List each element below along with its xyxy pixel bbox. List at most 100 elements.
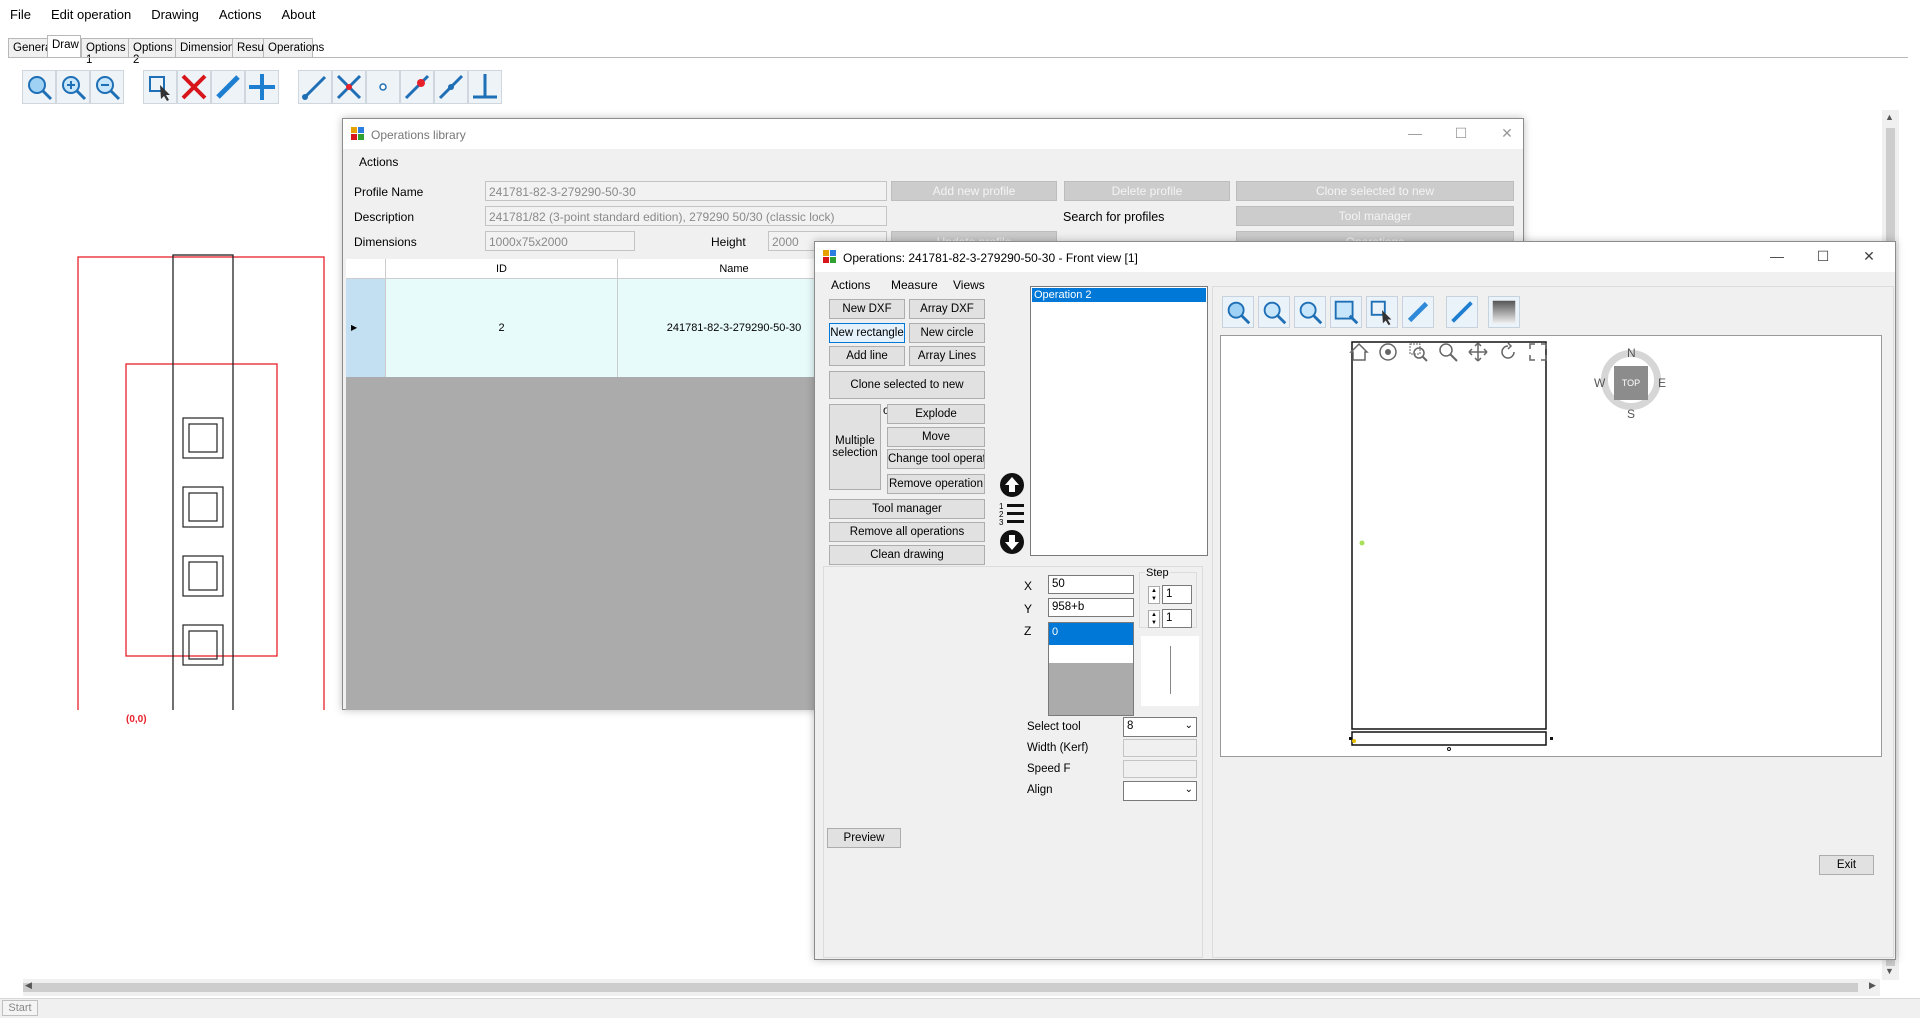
zoom-in-icon[interactable] — [1258, 296, 1290, 328]
minimize-icon[interactable]: — — [1767, 248, 1787, 264]
delete-x-icon[interactable] — [177, 70, 211, 104]
zoom-in-icon[interactable] — [56, 70, 90, 104]
scroll-up-icon[interactable]: ▲ — [1885, 112, 1894, 122]
ops-menu-actions[interactable]: Actions — [831, 278, 870, 292]
explode-button[interactable]: Explode — [887, 404, 985, 424]
main-drawing-canvas[interactable] — [0, 110, 380, 710]
row-header[interactable]: ▶ — [346, 279, 386, 377]
zoom-icon[interactable] — [1438, 342, 1458, 362]
tab-options-1[interactable]: Options 1 — [81, 38, 129, 66]
zoom-region-icon[interactable] — [1408, 342, 1428, 362]
multiple-selection-button[interactable]: Multiple selection — [829, 404, 881, 490]
scroll-down-icon[interactable]: ▼ — [1885, 966, 1894, 976]
move-up-icon[interactable] — [999, 472, 1025, 498]
numbered-list-icon[interactable]: 123 — [999, 500, 1025, 526]
list-item[interactable]: Operation 2 — [1032, 288, 1206, 302]
view-top-face[interactable]: TOP — [1614, 366, 1648, 400]
clean-drawing-button[interactable]: Clean drawing — [829, 545, 985, 565]
line-blue-icon[interactable] — [434, 70, 468, 104]
grid-cell-id[interactable]: 2 — [386, 279, 618, 377]
dimensions-field[interactable]: 1000x75x2000 — [485, 231, 635, 251]
move-down-icon[interactable] — [999, 529, 1025, 555]
zoom-fit-icon[interactable] — [1222, 296, 1254, 328]
shade-icon[interactable] — [1488, 296, 1520, 328]
library-menu-actions[interactable]: Actions — [359, 155, 398, 169]
delete-profile-button[interactable]: Delete profile — [1064, 181, 1230, 201]
speed-f-field[interactable] — [1123, 760, 1197, 778]
clone-selected-button[interactable]: Clone selected to new — [1236, 181, 1514, 201]
select-pointer-icon[interactable] — [143, 70, 177, 104]
list-item[interactable]: 0 — [1049, 623, 1133, 645]
edit-pencil-icon[interactable] — [1402, 296, 1434, 328]
new-rectangle-button[interactable]: New rectangle — [829, 323, 905, 343]
y-input[interactable]: 958+b — [1048, 598, 1134, 617]
pencil-icon[interactable] — [211, 70, 245, 104]
step2-input[interactable]: 1 — [1162, 609, 1192, 628]
new-dxf-button[interactable]: New DXF — [829, 299, 905, 319]
orbit-icon[interactable] — [1378, 342, 1398, 362]
pencil-icon[interactable] — [1446, 296, 1478, 328]
rotate-icon[interactable] — [1498, 342, 1518, 362]
front-view-canvas[interactable]: TOP N S E W — [1220, 335, 1882, 757]
line-point-icon[interactable] — [400, 70, 434, 104]
array-dxf-button[interactable]: Array DXF — [909, 299, 985, 319]
add-profile-button[interactable]: Add new profile — [891, 181, 1057, 201]
menu-file[interactable]: File — [0, 0, 41, 22]
new-circle-button[interactable]: New circle — [909, 323, 985, 343]
array-lines-button[interactable]: Array Lines — [909, 346, 985, 366]
exit-button[interactable]: Exit — [1819, 855, 1874, 875]
home-icon[interactable] — [1349, 342, 1369, 362]
scroll-left-icon[interactable]: ◀ — [25, 980, 32, 991]
move-cross-icon[interactable] — [245, 70, 279, 104]
change-tool-operation-button[interactable]: Change tool operatio — [887, 449, 985, 469]
step1-input[interactable]: 1 — [1162, 585, 1192, 604]
tab-dimensions[interactable]: Dimensions — [175, 38, 240, 57]
zoom-out-icon[interactable] — [1294, 296, 1326, 328]
x-input[interactable]: 50 — [1048, 575, 1134, 594]
tab-options-2[interactable]: Options 2 — [128, 38, 176, 66]
ops-menu-views[interactable]: Views — [953, 278, 985, 292]
align-dropdown[interactable]: ⌄ — [1123, 781, 1197, 801]
maximize-icon[interactable]: ☐ — [1451, 125, 1471, 142]
cross-x-icon[interactable] — [332, 70, 366, 104]
z-list[interactable]: 0 — [1048, 622, 1134, 716]
compass-east[interactable]: E — [1658, 376, 1666, 390]
menu-drawing[interactable]: Drawing — [141, 0, 209, 22]
start-button[interactable]: Start — [2, 1000, 38, 1016]
horizontal-scroll-thumb[interactable] — [23, 983, 1858, 992]
line-icon[interactable] — [298, 70, 332, 104]
description-field[interactable]: 241781/82 (3-point standard edition), 27… — [485, 206, 887, 226]
maximize-icon[interactable]: ☐ — [1813, 248, 1833, 265]
compass-north[interactable]: N — [1627, 346, 1636, 360]
preview-button[interactable]: Preview — [827, 828, 901, 848]
zoom-window-icon[interactable] — [1330, 296, 1362, 328]
step1-spinner-icon[interactable]: ▲ ▼ — [1148, 586, 1160, 604]
grid-header-id[interactable]: ID — [386, 259, 618, 279]
step2-spinner-icon[interactable]: ▲ ▼ — [1148, 610, 1160, 628]
pan-icon[interactable] — [1468, 342, 1488, 362]
add-line-button[interactable]: Add line — [829, 346, 905, 366]
tool-manager-button[interactable]: Tool manager — [829, 499, 985, 519]
point-icon[interactable] — [366, 70, 400, 104]
close-icon[interactable]: ✕ — [1497, 125, 1517, 142]
ops-menu-measure[interactable]: Measure — [891, 278, 938, 292]
menu-about[interactable]: About — [272, 0, 326, 22]
close-icon[interactable]: ✕ — [1859, 248, 1879, 265]
scroll-right-icon[interactable]: ▶ — [1869, 980, 1876, 991]
tab-draw[interactable]: Draw — [47, 35, 81, 58]
operations-list[interactable]: Operation 2 — [1030, 286, 1208, 556]
minimize-icon[interactable]: — — [1405, 125, 1425, 141]
tab-general[interactable]: General — [8, 38, 54, 57]
tab-result[interactable]: Result — [232, 38, 270, 57]
zoom-out-icon[interactable] — [90, 70, 124, 104]
remove-all-operations-button[interactable]: Remove all operations — [829, 522, 985, 542]
menu-edit-operation[interactable]: Edit operation — [41, 0, 141, 22]
fullscreen-icon[interactable] — [1528, 342, 1548, 362]
tab-operations[interactable]: Operations — [263, 38, 324, 57]
profile-name-field[interactable]: 241781-82-3-279290-50-30 — [485, 181, 887, 201]
clone-to-new-operation-button[interactable]: Clone selected to new operation — [829, 371, 985, 417]
move-button[interactable]: Move — [887, 427, 985, 447]
select-tool-dropdown[interactable]: 8 ⌄ — [1123, 717, 1197, 737]
compass-south[interactable]: S — [1627, 407, 1635, 421]
remove-operation-button[interactable]: Remove operation — [887, 474, 985, 494]
